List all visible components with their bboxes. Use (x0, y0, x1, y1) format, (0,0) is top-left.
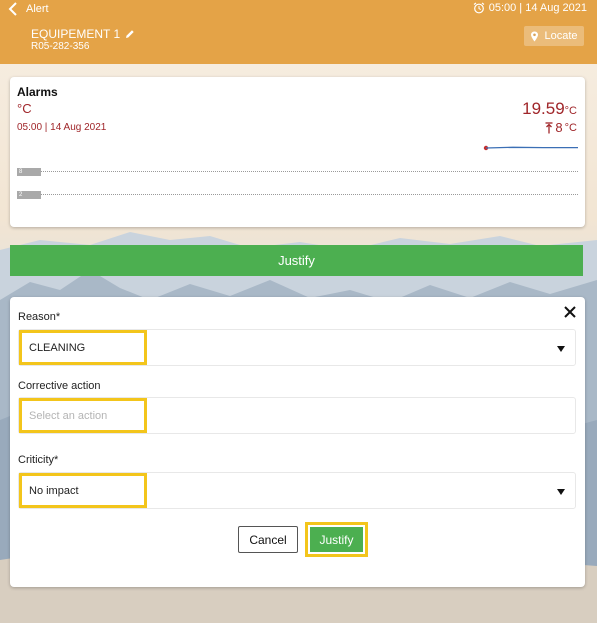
threshold-row-line (41, 171, 578, 172)
reason-select[interactable]: CLEANING (18, 329, 576, 366)
corrective-action-placeholder: Select an action (29, 409, 108, 422)
reason-label: Reason* (18, 311, 61, 323)
caret-down-icon (557, 489, 565, 495)
justify-button-highlight: Justify (305, 522, 368, 557)
alarm-card: Alarms °C 05:00 | 14 Aug 2021 19.59°C 8 °… (10, 77, 585, 227)
threshold-row-high: 8 (17, 168, 578, 178)
threshold: 8 °C (545, 120, 577, 135)
threshold-row-tag: 8 (17, 168, 41, 176)
corrective-action-select[interactable]: Select an action (18, 397, 576, 434)
page-title: Alert (26, 3, 49, 15)
threshold-max-icon (545, 121, 553, 133)
sparkline-line (485, 146, 578, 149)
chevron-left-icon (8, 2, 17, 16)
alarm-card-title: Alarms (17, 85, 58, 99)
justify-bar-button[interactable]: Justify (10, 245, 583, 276)
criticity-value: No impact (29, 484, 79, 497)
cancel-button[interactable]: Cancel (238, 526, 298, 553)
map-pin-icon (531, 31, 539, 41)
criticity-label: Criticity* (18, 454, 59, 466)
alarm-clock-icon (473, 2, 485, 14)
equipment-name: EQUIPEMENT 1 (31, 27, 135, 41)
threshold-row-low: 2 (17, 191, 578, 201)
temperature-value: 19.59 (522, 99, 565, 118)
pencil-icon[interactable] (125, 29, 135, 39)
current-temperature: 19.59°C (522, 99, 577, 119)
caret-down-icon (557, 346, 565, 352)
alarm-unit: °C (17, 101, 32, 116)
locate-button[interactable]: Locate (524, 26, 584, 46)
close-icon[interactable] (563, 305, 577, 319)
justify-button[interactable]: Justify (310, 527, 363, 552)
threshold-value: 8 (555, 120, 563, 135)
alert-datetime-text: 05:00 | 14 Aug 2021 (488, 2, 587, 14)
back-button[interactable]: Alert (8, 2, 49, 16)
alert-datetime: 05:00 | 14 Aug 2021 (473, 2, 587, 14)
threshold-unit: °C (564, 121, 577, 134)
justification-form: Reason* CLEANING Corrective action Selec… (10, 297, 585, 587)
temperature-unit: °C (564, 105, 577, 117)
reason-value: CLEANING (29, 341, 86, 354)
criticity-select[interactable]: No impact (18, 472, 576, 509)
equipment-name-text: EQUIPEMENT 1 (31, 27, 121, 41)
locate-label: Locate (544, 30, 578, 42)
top-bar: Alert 05:00 | 14 Aug 2021 EQUIPEMENT 1 R… (0, 0, 597, 64)
threshold-row-tag: 2 (17, 191, 41, 199)
temperature-sparkline (483, 145, 578, 151)
alarm-date: 05:00 | 14 Aug 2021 (17, 122, 107, 133)
threshold-row-line (41, 194, 578, 195)
equipment-serial: R05-282-356 (31, 41, 90, 52)
corrective-action-label: Corrective action (18, 380, 101, 392)
